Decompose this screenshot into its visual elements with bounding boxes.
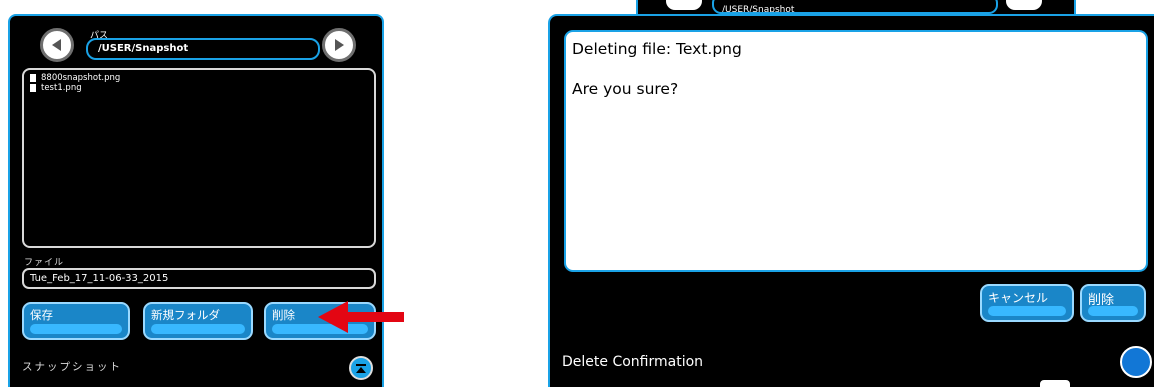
confirm-delete-button[interactable]: 削除 bbox=[1080, 284, 1146, 322]
left-arrow-icon bbox=[52, 39, 61, 51]
background-forward-button bbox=[1006, 0, 1042, 10]
scroll-button[interactable] bbox=[349, 356, 373, 380]
file-name: 8800snapshot.png bbox=[41, 73, 121, 83]
forward-button[interactable] bbox=[322, 28, 356, 62]
scroll-up-icon bbox=[356, 364, 366, 373]
save-label: 保存 bbox=[30, 308, 53, 322]
new-folder-button[interactable]: 新規フォルダ bbox=[143, 302, 253, 340]
save-button[interactable]: 保存 bbox=[22, 302, 130, 340]
file-icon bbox=[30, 74, 36, 82]
circle-button[interactable] bbox=[1120, 346, 1152, 378]
message-question: Are you sure? bbox=[572, 80, 679, 98]
message-line: Deleting file: Text.png bbox=[572, 40, 742, 58]
list-item[interactable]: 8800snapshot.png bbox=[30, 73, 368, 83]
background-back-button bbox=[666, 0, 702, 10]
list-item[interactable]: test1.png bbox=[30, 83, 368, 93]
callout-arrow-icon bbox=[318, 301, 404, 333]
delete-confirmation-dialog: Deleting file: Text.png Are you sure? キャ… bbox=[548, 14, 1154, 387]
file-name: test1.png bbox=[41, 83, 82, 93]
back-button[interactable] bbox=[40, 28, 74, 62]
cancel-button[interactable]: キャンセル bbox=[980, 284, 1074, 322]
right-arrow-icon bbox=[335, 39, 344, 51]
path-field[interactable]: /USER/Snapshot bbox=[86, 38, 320, 60]
file-label: ファイル bbox=[24, 258, 65, 268]
filename-input[interactable]: Tue_Feb_17_11-06-33_2015 bbox=[22, 268, 376, 289]
confirm-delete-label: 削除 bbox=[1088, 293, 1115, 308]
background-path: /USER/Snapshot bbox=[712, 0, 998, 14]
file-icon bbox=[30, 84, 36, 92]
dialog-title: Delete Confirmation bbox=[562, 354, 704, 370]
delete-label: 削除 bbox=[272, 308, 295, 322]
new-folder-label: 新規フォルダ bbox=[151, 308, 220, 322]
panel-title: スナップショット bbox=[22, 361, 122, 373]
cancel-label: キャンセル bbox=[988, 291, 1049, 305]
message-box: Deleting file: Text.png Are you sure? bbox=[564, 30, 1148, 272]
file-list[interactable]: 8800snapshot.png test1.png bbox=[22, 68, 376, 248]
